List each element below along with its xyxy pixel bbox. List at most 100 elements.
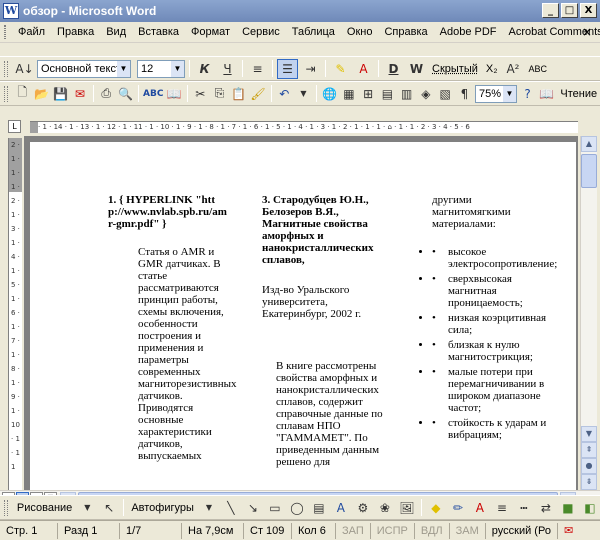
col2-body[interactable]: В книге рассмотрены свойства аморфных и … [276, 360, 386, 468]
style-select[interactable]: Основной текст ▼ [37, 59, 131, 78]
menu-insert[interactable]: Вставка [132, 26, 185, 38]
chevron-down-icon[interactable]: ▼ [502, 85, 516, 102]
menu-grip-handle[interactable] [4, 25, 6, 39]
menu-help[interactable]: Справка [378, 26, 433, 38]
underline-button[interactable]: Ч [217, 59, 238, 79]
drawing-icon[interactable]: ◈ [417, 84, 434, 104]
menu-edit[interactable]: Правка [51, 26, 100, 38]
previous-page-icon[interactable]: ⇞ [581, 442, 597, 458]
print-preview-icon[interactable]: 🔍 [117, 84, 134, 104]
subscript-button[interactable]: X₂ [483, 63, 501, 75]
clipart-icon[interactable]: ❀ [375, 498, 395, 518]
oval-icon[interactable]: ◯ [287, 498, 307, 518]
draw-menu-button[interactable]: Рисование [14, 502, 75, 514]
document-area[interactable]: 1. { HYPERLINK "http://www.nvlab.spb.ru/… [24, 136, 578, 490]
next-page-icon[interactable]: ⇟ [581, 474, 597, 490]
rectangle-icon[interactable]: ▭ [265, 498, 285, 518]
vertical-ruler[interactable]: 2 · 1 · 1 · 1 · 2 · 1 · 3 · 1 · 4 · 1 · … [8, 138, 22, 490]
dash-style-icon[interactable]: ┅ [514, 498, 534, 518]
chevron-down-icon[interactable]: ▼ [77, 498, 97, 518]
spelling-status-icon[interactable]: ✉ [558, 523, 579, 539]
picture-icon[interactable]: 🖼 [397, 498, 417, 518]
save-icon[interactable]: 💾 [52, 84, 69, 104]
chevron-down-icon[interactable]: ▼ [171, 60, 184, 77]
col1-heading[interactable]: 1. { HYPERLINK "http://www.nvlab.spb.ru/… [108, 194, 228, 230]
list-item[interactable]: низкая коэрцитивная сила; [432, 312, 552, 336]
status-track-changes[interactable]: ИСПР [371, 522, 415, 539]
justify-icon[interactable]: ≡ [247, 59, 268, 79]
list-item[interactable]: сверхвысокая магнитная проницаемость; [432, 273, 552, 309]
undo-icon[interactable]: ↶ [276, 84, 293, 104]
chevron-down-icon[interactable]: ▼ [199, 498, 219, 518]
horizontal-ruler[interactable]: L · 1 · 14 · 1 · 13 · 1 · 12 · 1 · 11 · … [0, 118, 600, 136]
font-size-select[interactable]: 12 ▼ [137, 59, 185, 78]
print-icon[interactable]: ⎙ [98, 84, 115, 104]
select-browse-object-icon[interactable]: ● [581, 458, 597, 474]
close-button[interactable]: X [580, 3, 597, 18]
menu-adobe-pdf[interactable]: Adobe PDF [434, 26, 503, 38]
menu-window[interactable]: Окно [341, 26, 379, 38]
shadow-icon[interactable]: ■ [558, 498, 578, 518]
tab-selector-icon[interactable]: L [8, 120, 21, 133]
undo-dropdown-icon[interactable]: ▼ [295, 84, 312, 104]
read-button[interactable]: Чтение [557, 88, 600, 100]
menu-format[interactable]: Формат [185, 26, 236, 38]
arrow-style-icon[interactable]: ⇄ [536, 498, 556, 518]
copy-icon[interactable]: ⎘ [211, 84, 228, 104]
zoom-select[interactable]: 75% ▼ [475, 84, 517, 103]
cut-icon[interactable]: ✂ [192, 84, 209, 104]
status-record[interactable]: ЗАП [336, 522, 371, 539]
new-document-icon[interactable]: 🗋 [14, 84, 31, 104]
arrow-icon[interactable]: ↘ [243, 498, 263, 518]
line-style-icon[interactable]: ≡ [492, 498, 512, 518]
insert-excel-icon[interactable]: ▤ [379, 84, 396, 104]
maximize-button[interactable]: □ [561, 3, 578, 18]
indent-icon[interactable]: ⇥ [300, 59, 321, 79]
read-icon[interactable]: 📖 [538, 84, 555, 104]
font-color-icon[interactable]: A [470, 498, 490, 518]
word-app-icon[interactable]: W [3, 3, 19, 19]
toolbar-grip[interactable] [4, 85, 8, 102]
3d-icon[interactable]: ◧ [580, 498, 600, 518]
hidden-text-button[interactable]: Скрытый [429, 63, 481, 75]
col3-intro[interactable]: другими магнитомягкими материалами: [432, 194, 552, 230]
abc-spelling-button[interactable]: ABC [525, 64, 550, 74]
list-item[interactable]: стойкость к ударам и вибрациям; [432, 417, 552, 441]
toolbar-grip[interactable] [4, 60, 8, 77]
menu-tools[interactable]: Сервис [236, 26, 286, 38]
col2-heading[interactable]: 3. Стародубцев Ю.Н., Белозеров В.Я., Маг… [262, 194, 382, 266]
col1-body[interactable]: Статья о AMR и GMR датчиках. В статье ра… [138, 246, 237, 462]
menu-table[interactable]: Таблица [286, 26, 341, 38]
paste-icon[interactable]: 📋 [230, 84, 247, 104]
vertical-scrollbar[interactable]: ▲ ▼ ⇞ ● ⇟ [580, 136, 597, 490]
highlight-icon[interactable]: ✎ [330, 59, 351, 79]
wordart-icon[interactable]: A [331, 498, 351, 518]
document-page[interactable]: 1. { HYPERLINK "http://www.nvlab.spb.ru/… [30, 142, 576, 490]
research-icon[interactable]: 📖 [165, 84, 182, 104]
select-objects-icon[interactable]: ↖ [99, 498, 119, 518]
permission-icon[interactable]: ✉ [71, 84, 88, 104]
toolbar-grip[interactable] [4, 499, 8, 516]
word-underline-icon[interactable]: W [406, 59, 427, 79]
list-item[interactable]: малые потери при перемагничивании в широ… [432, 366, 552, 414]
double-underline-icon[interactable]: D [383, 59, 404, 79]
col2-publisher[interactable]: Изд-во Уральского университета, Екатерин… [262, 284, 382, 320]
help-icon[interactable]: ? [519, 84, 536, 104]
ruler-strip[interactable]: · 1 · 14 · 1 · 13 · 1 · 12 · 1 · 11 · 1 … [30, 121, 578, 133]
list-item[interactable]: высокое электросопротивление; [432, 246, 557, 270]
fill-color-icon[interactable]: ◆ [426, 498, 446, 518]
bullets-list-icon[interactable]: ☰ [277, 58, 298, 79]
diagram-icon[interactable]: ⚙ [353, 498, 373, 518]
status-extend[interactable]: ВДЛ [415, 522, 450, 539]
line-color-icon[interactable]: ✏ [448, 498, 468, 518]
superscript-icon[interactable]: A² [502, 59, 523, 79]
list-item[interactable]: близкая к нулю магнитострикция; [432, 339, 552, 363]
vertical-scroll-thumb[interactable] [581, 154, 597, 188]
close-document-button[interactable]: × [582, 25, 592, 39]
bold-button[interactable]: К [194, 59, 215, 79]
columns-icon[interactable]: ▥ [398, 84, 415, 104]
chevron-down-icon[interactable]: ▼ [117, 60, 130, 77]
spelling-icon[interactable]: ABC [143, 84, 163, 104]
menu-view[interactable]: Вид [100, 26, 132, 38]
line-icon[interactable]: ╲ [221, 498, 241, 518]
